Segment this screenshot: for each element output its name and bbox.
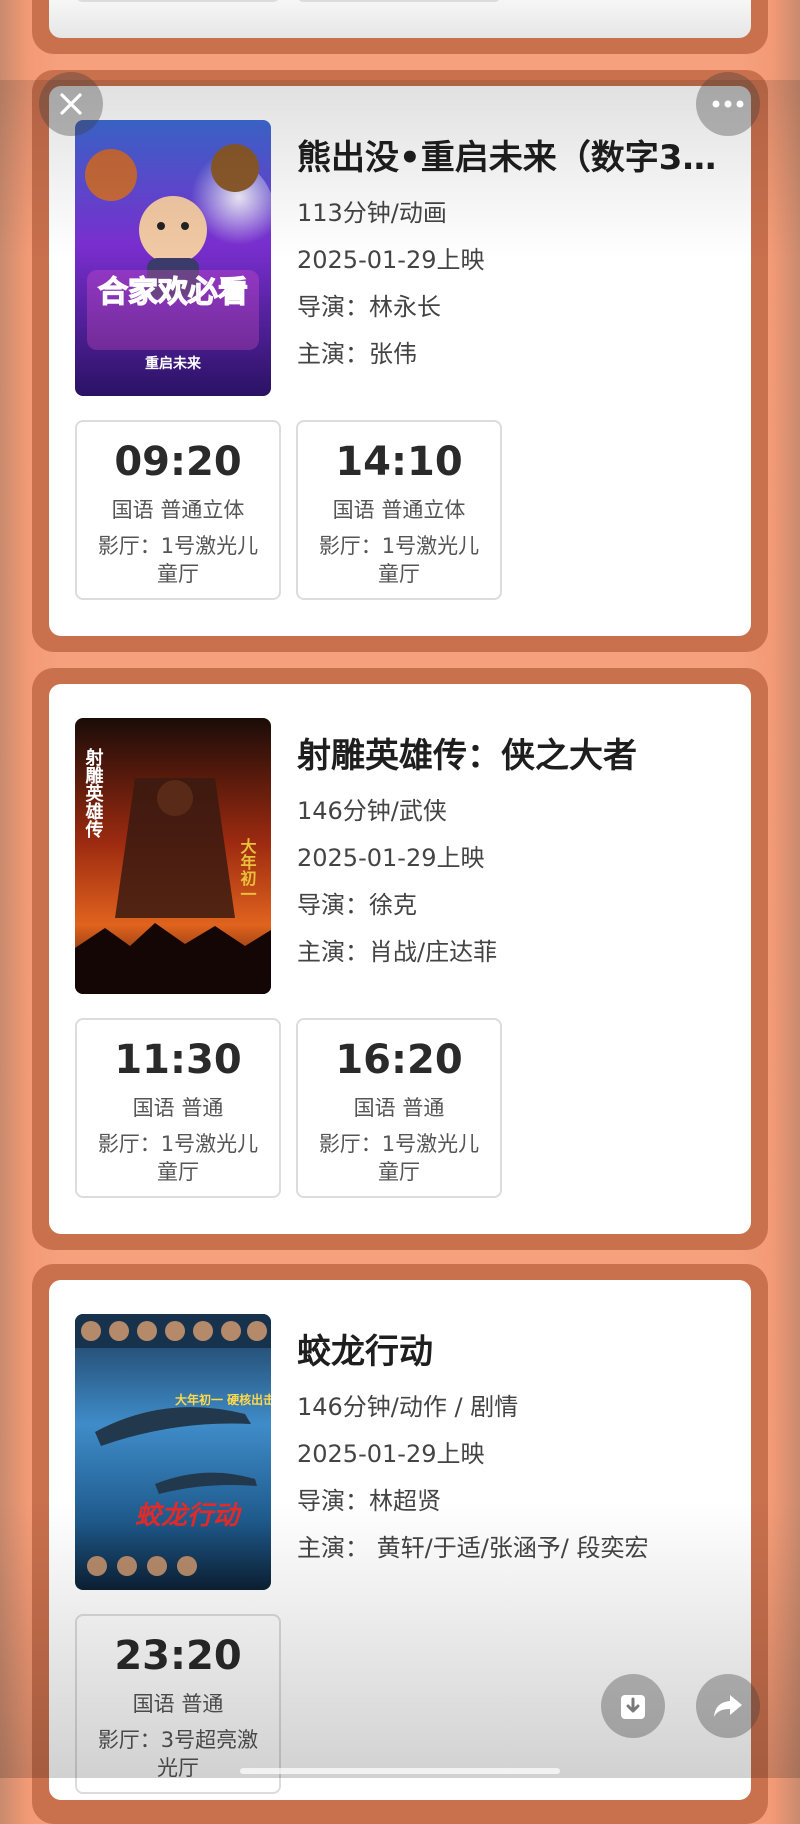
movie-poster[interactable]: 蛟龙行动 大年初一 硬核出击	[75, 1314, 271, 1590]
poster-image: 合家欢必看 重启未来	[75, 120, 271, 396]
director-name: 徐克	[369, 891, 417, 919]
poster-subtitle-text: 重启未来	[145, 355, 202, 372]
showtime-time: 23:20	[114, 1633, 242, 1679]
more-icon	[712, 100, 744, 108]
director-label: 导演：	[297, 1487, 369, 1515]
director-name: 林永长	[369, 293, 441, 321]
movie-title[interactable]: 熊出没•重启未来（数字3D）	[297, 134, 727, 182]
showtime-hall: 影厅：1号激光儿童厅	[318, 534, 480, 586]
director-label: 导演：	[297, 891, 369, 919]
director-label: 导演：	[297, 293, 369, 321]
movie-director: 导演：林永长	[297, 284, 727, 331]
showtime-time: 09:20	[114, 439, 242, 485]
showtime-format: 国语 普通	[353, 1096, 445, 1120]
movie-runtime-genre: 146分钟/动作 / 剧情	[297, 1393, 519, 1421]
movie-info: 熊出没•重启未来（数字3D） 113分钟/动画 2025-01-29上映 导演：…	[297, 134, 727, 378]
movie-poster[interactable]: 合家欢必看 重启未来	[75, 120, 271, 396]
showtime-slot[interactable]: 11:30 国语 普通 影厅：1号激光儿童厅	[75, 1018, 281, 1198]
showtime-time: 11:30	[114, 1037, 242, 1083]
showtime-hall: 影厅：1号激光儿童厅	[97, 534, 259, 586]
movie-cast: 主演：肖战/庄达菲	[297, 929, 727, 976]
cast-label: 主演：	[297, 340, 369, 368]
showtime-time: 16:20	[335, 1037, 463, 1083]
movie-card-previous	[49, 0, 751, 38]
showtime-hall: 影厅：1号激光儿童厅	[318, 1132, 480, 1184]
movie-poster[interactable]: 射雕英雄传 大年初一	[75, 718, 271, 994]
movie-director: 导演：徐克	[297, 882, 727, 929]
movie-cast: 主演： 黄轩/于适/张涵予/ 段奕宏	[297, 1525, 727, 1572]
movie-director: 导演：林超贤	[297, 1478, 727, 1525]
movie-card[interactable]: 合家欢必看 重启未来 熊出没•重启未来（数字3D） 113分钟/动画 2025-…	[49, 86, 751, 636]
download-button[interactable]	[601, 1674, 665, 1738]
movie-release-date: 2025-01-29上映	[297, 844, 485, 872]
poster-subtitle-text: 大年初一 硬核出击	[175, 1392, 271, 1407]
poster-image: 射雕英雄传 大年初一	[75, 718, 271, 994]
showtime-format: 国语 普通立体	[332, 498, 466, 522]
cast-names: 黄轩/于适/张涵予/ 段奕宏	[369, 1534, 649, 1562]
movie-info: 蛟龙行动 146分钟/动作 / 剧情 2025-01-29上映 导演：林超贤 主…	[297, 1328, 727, 1572]
share-icon	[714, 1695, 742, 1717]
showtime-slot[interactable]: 16:20 国语 普通 影厅：1号激光儿童厅	[296, 1018, 502, 1198]
cast-label: 主演：	[297, 1534, 369, 1562]
movie-release-date: 2025-01-29上映	[297, 1440, 485, 1468]
poster-title-text: 蛟龙行动	[135, 1501, 243, 1531]
poster-title-text: 合家欢必看	[98, 275, 248, 310]
previous-slot-edge	[296, 0, 502, 2]
poster-title-text: 射雕英雄传	[83, 747, 105, 839]
cast-names: 肖战/庄达菲	[369, 938, 498, 966]
close-icon	[60, 93, 82, 115]
movie-cast: 主演：张伟	[297, 331, 727, 378]
movie-title[interactable]: 蛟龙行动	[297, 1328, 727, 1376]
showtime-slot[interactable]: 23:20 国语 普通 影厅：3号超亮激光厅	[75, 1614, 281, 1794]
previous-slot-edge	[75, 0, 281, 2]
movie-info: 射雕英雄传：侠之大者 146分钟/武侠 2025-01-29上映 导演：徐克 主…	[297, 732, 727, 976]
showtime-slot[interactable]: 09:20 国语 普通立体 影厅：1号激光儿童厅	[75, 420, 281, 600]
showtime-format: 国语 普通立体	[111, 498, 245, 522]
movie-release-date: 2025-01-29上映	[297, 246, 485, 274]
showtime-format: 国语 普通	[132, 1692, 224, 1716]
showtime-hall: 影厅：3号超亮激光厅	[97, 1728, 259, 1780]
showtime-format: 国语 普通	[132, 1096, 224, 1120]
home-indicator[interactable]	[240, 1768, 560, 1774]
share-button[interactable]	[696, 1674, 760, 1738]
movie-runtime-genre: 146分钟/武侠	[297, 797, 447, 825]
director-name: 林超贤	[369, 1487, 441, 1515]
download-icon	[621, 1695, 645, 1719]
cast-label: 主演：	[297, 938, 369, 966]
showtime-slot[interactable]: 14:10 国语 普通立体 影厅：1号激光儿童厅	[296, 420, 502, 600]
showtime-hall: 影厅：1号激光儿童厅	[97, 1132, 259, 1184]
poster-image: 蛟龙行动 大年初一 硬核出击	[75, 1314, 271, 1590]
movie-title[interactable]: 射雕英雄传：侠之大者	[297, 732, 727, 780]
showtime-time: 14:10	[335, 439, 463, 485]
more-options-button[interactable]	[696, 72, 760, 136]
close-button[interactable]	[39, 72, 103, 136]
movie-runtime-genre: 113分钟/动画	[297, 199, 447, 227]
movie-card[interactable]: 射雕英雄传 大年初一 射雕英雄传：侠之大者 146分钟/武侠 2025-01-2…	[49, 684, 751, 1234]
poster-subtitle-text: 大年初一	[238, 837, 257, 902]
cast-names: 张伟	[369, 340, 417, 368]
